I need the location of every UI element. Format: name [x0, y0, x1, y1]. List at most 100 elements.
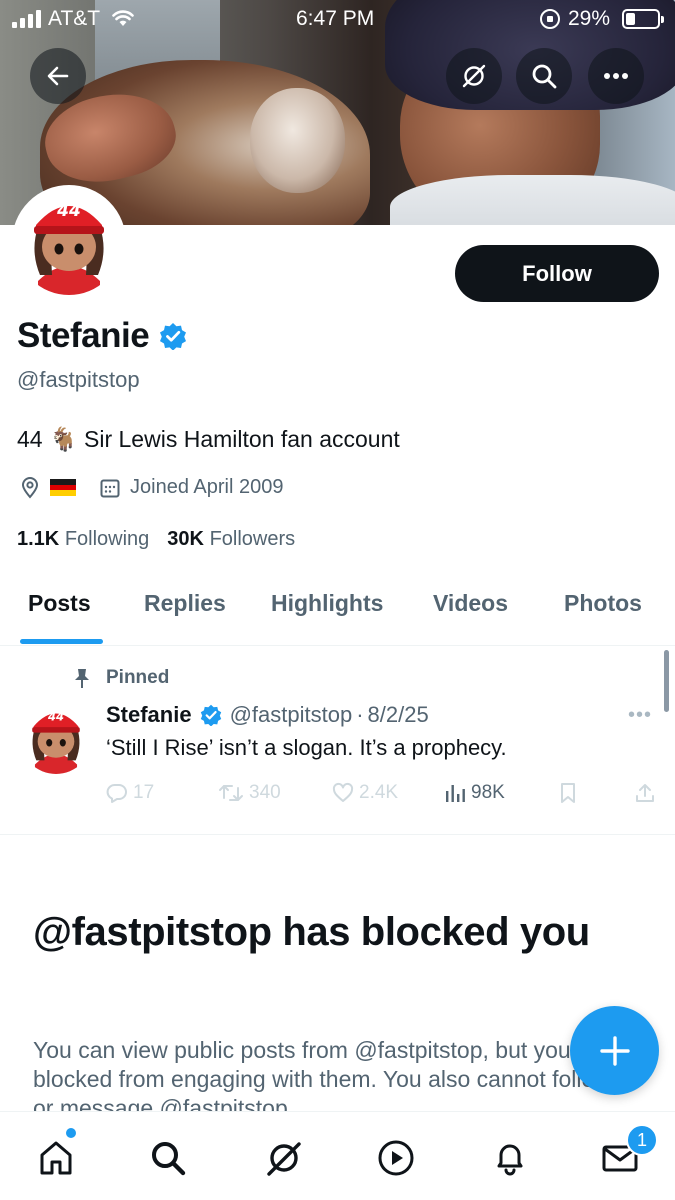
- compose-button[interactable]: [570, 1006, 659, 1095]
- nav-video[interactable]: [372, 1134, 420, 1182]
- share-icon: [636, 784, 654, 802]
- search-button[interactable]: [516, 48, 572, 104]
- pinned-post[interactable]: Pinned 44 Stefanie @fastpitstop · 8/2/25…: [0, 647, 675, 835]
- profile-handle: @fastpitstop: [17, 367, 140, 392]
- followers-count: 30K: [167, 528, 204, 550]
- tab-replies[interactable]: Replies: [144, 590, 226, 617]
- follow-counts: 1.1K Following 30K Followers: [17, 528, 295, 551]
- reply-button[interactable]: 17: [106, 782, 154, 804]
- post-avatar[interactable]: 44: [20, 702, 92, 774]
- heart-icon: [332, 782, 354, 802]
- reply-count: 17: [133, 782, 155, 803]
- profile-bio: 44 🐐 Sir Lewis Hamilton fan account: [17, 426, 400, 453]
- cellular-signal-icon: [12, 10, 41, 28]
- repost-icon: [219, 785, 243, 801]
- tab-posts[interactable]: Posts: [28, 590, 91, 617]
- verified-badge-icon: [200, 704, 221, 726]
- bookmark-button[interactable]: [558, 782, 578, 804]
- blocked-body: You can view public posts from @fastpits…: [33, 1037, 611, 1111]
- grok-icon: [462, 64, 486, 88]
- battery-percent: 29%: [568, 7, 611, 30]
- reply-icon: [106, 784, 127, 803]
- tab-videos[interactable]: Videos: [433, 590, 508, 617]
- bottom-navigation: [0, 1111, 675, 1200]
- home-unread-dot: [66, 1128, 76, 1138]
- location-icon: [21, 476, 39, 499]
- tab-highlights[interactable]: Highlights: [271, 590, 383, 617]
- pin-icon: [75, 669, 89, 688]
- video-icon: [378, 1140, 414, 1176]
- followers-label: Followers: [209, 528, 296, 550]
- calendar-icon: [100, 479, 120, 497]
- following-label: Following: [64, 528, 150, 550]
- repost-count: 340: [249, 782, 281, 803]
- carrier-name: AT&T: [48, 7, 101, 30]
- wifi-icon: [112, 10, 134, 26]
- post-more-icon[interactable]: •••: [628, 704, 652, 727]
- like-count: 2.4K: [359, 782, 399, 803]
- followers-link[interactable]: 30K Followers: [167, 528, 295, 551]
- share-button[interactable]: [634, 782, 656, 804]
- banner-dog-muzzle: [250, 88, 345, 193]
- orientation-lock-icon: [540, 9, 560, 29]
- pinned-label: Pinned: [106, 667, 170, 688]
- status-bar: AT&T 6:47 PM 29%: [0, 0, 675, 40]
- notifications-icon: [497, 1144, 523, 1176]
- goat-emoji: 🐐: [48, 426, 78, 452]
- nav-search[interactable]: [144, 1134, 192, 1182]
- clock: 6:47 PM: [296, 7, 375, 30]
- display-name: Stefanie: [17, 316, 150, 355]
- banner-shirt: [390, 175, 675, 225]
- follow-button[interactable]: Follow: [455, 245, 659, 302]
- post-avatar-figure: 44: [20, 702, 92, 774]
- bio-text: Sir Lewis Hamilton fan account: [84, 426, 400, 452]
- germany-flag-icon: [50, 479, 76, 497]
- profile-avatar[interactable]: 44: [12, 185, 126, 299]
- pinned-label-row: Pinned: [72, 667, 169, 689]
- post-separator: ·: [356, 702, 364, 727]
- search-icon: [152, 1142, 186, 1176]
- profile-tabs: Posts Replies Highlights Videos Photos: [0, 578, 675, 646]
- post-header: Stefanie @fastpitstop · 8/2/25: [106, 702, 429, 728]
- search-icon: [532, 64, 557, 89]
- nav-grok[interactable]: [260, 1134, 308, 1182]
- messages-badge: 1: [626, 1124, 658, 1156]
- blocked-title: @fastpitstop has blocked you: [33, 910, 590, 954]
- plus-icon: [599, 1035, 630, 1066]
- bio-number: 44: [17, 426, 43, 452]
- grok-icon: [267, 1142, 301, 1176]
- nav-notifications[interactable]: [486, 1134, 534, 1182]
- views-icon: [446, 785, 465, 802]
- post-avatar-badge-text: 44: [47, 709, 64, 723]
- battery-icon: [622, 9, 664, 29]
- avatar-badge-text: 44: [56, 201, 81, 221]
- joined-date: Joined April 2009: [130, 476, 284, 498]
- nav-home[interactable]: [32, 1134, 80, 1182]
- post-text: ‘Still I Rise’ isn’t a slogan. It’s a pr…: [106, 735, 507, 760]
- repost-button[interactable]: 340: [218, 782, 281, 804]
- views-count: 98K: [471, 782, 505, 803]
- views-button[interactable]: 98K: [444, 782, 505, 804]
- verified-badge-icon[interactable]: [159, 322, 187, 350]
- home-icon: [40, 1141, 72, 1175]
- profile-meta: Joined April 2009: [20, 476, 283, 499]
- like-button[interactable]: 2.4K: [332, 782, 398, 804]
- avatar-figure: 44: [16, 189, 122, 295]
- active-tab-indicator: [20, 639, 103, 644]
- back-arrow-icon: [47, 66, 69, 86]
- following-link[interactable]: 1.1K Following: [17, 528, 149, 551]
- back-button[interactable]: [30, 48, 86, 104]
- post-author[interactable]: Stefanie: [106, 702, 192, 728]
- post-date[interactable]: 8/2/25: [368, 702, 429, 728]
- bookmark-icon: [561, 783, 575, 803]
- battery-level: [626, 13, 635, 25]
- more-icon: [604, 73, 628, 79]
- scrollbar[interactable]: [664, 650, 669, 712]
- grok-button[interactable]: [446, 48, 502, 104]
- following-count: 1.1K: [17, 528, 60, 550]
- post-actions: 17 340 2.4K 98K: [106, 782, 661, 808]
- more-button[interactable]: [588, 48, 644, 104]
- tab-photos[interactable]: Photos: [564, 590, 642, 617]
- post-handle[interactable]: @fastpitstop: [230, 702, 353, 728]
- display-name-row: Stefanie: [17, 316, 187, 356]
